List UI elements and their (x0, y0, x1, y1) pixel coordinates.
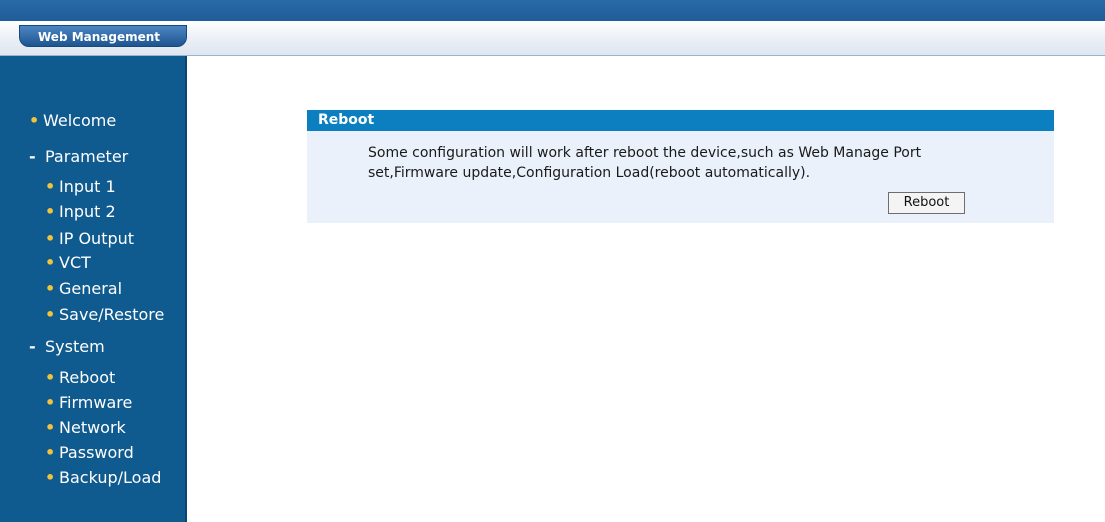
sidebar-item-label: Input 1 (59, 177, 116, 196)
sidebar-item-label: Network (59, 418, 126, 437)
sidebar-item-save-restore[interactable]: • Save/Restore (45, 305, 164, 325)
reboot-description: Some configuration will work after reboo… (368, 145, 922, 181)
reboot-button[interactable]: Reboot (888, 192, 965, 214)
sidebar-item-password[interactable]: • Password (45, 443, 134, 463)
sidebar-item-ip-output[interactable]: • IP Output (45, 229, 134, 249)
bullet-icon: • (45, 279, 56, 298)
sidebar-item-label: Backup/Load (59, 468, 162, 487)
bullet-icon: • (45, 202, 56, 221)
collapse-icon: - (29, 147, 36, 166)
sidebar-item-backup-load[interactable]: • Backup/Load (45, 468, 161, 488)
sidebar-item-label: IP Output (59, 229, 135, 248)
sidebar-item-label: Save/Restore (59, 305, 165, 324)
sidebar-item-welcome[interactable]: • Welcome (29, 111, 116, 131)
sidebar-group-parameter[interactable]: - Parameter (29, 147, 128, 167)
reboot-panel: Reboot Some configuration will work afte… (307, 110, 1054, 223)
sidebar: • Welcome - Parameter • Input 1 • Input 2 • I… (0, 56, 187, 522)
sidebar-item-input-1[interactable]: • Input 1 (45, 177, 116, 197)
sidebar-item-label: Password (59, 443, 134, 462)
bullet-icon: • (45, 443, 56, 462)
sidebar-group-label: Parameter (45, 147, 129, 166)
bullet-icon: • (45, 418, 56, 437)
bullet-icon: • (45, 368, 56, 387)
tab-web-management[interactable]: Web Management (19, 25, 187, 47)
sidebar-item-general[interactable]: • General (45, 279, 122, 299)
bullet-icon: • (45, 229, 56, 248)
sidebar-item-firmware[interactable]: • Firmware (45, 393, 132, 413)
sidebar-item-label: General (59, 279, 123, 298)
collapse-icon: - (29, 337, 36, 356)
sidebar-item-reboot[interactable]: • Reboot (45, 368, 115, 388)
sidebar-group-label: System (45, 337, 105, 356)
sidebar-item-input-2[interactable]: • Input 2 (45, 202, 116, 222)
bullet-icon: • (45, 305, 56, 324)
sidebar-item-label: Reboot (59, 368, 116, 387)
tab-strip: Web Management (0, 21, 1105, 56)
sidebar-item-label: VCT (59, 253, 91, 272)
sidebar-item-label: Firmware (59, 393, 133, 412)
top-banner (0, 0, 1105, 21)
sidebar-item-label: Input 2 (59, 202, 116, 221)
bullet-icon: • (45, 253, 56, 272)
sidebar-group-system[interactable]: - System (29, 337, 105, 357)
bullet-icon: • (45, 468, 56, 487)
sidebar-item-vct[interactable]: • VCT (45, 253, 91, 273)
panel-title: Reboot (307, 110, 1054, 131)
sidebar-item-network[interactable]: • Network (45, 418, 126, 438)
bullet-icon: • (45, 177, 56, 196)
sidebar-item-label: Welcome (43, 111, 117, 130)
bullet-icon: • (45, 393, 56, 412)
bullet-icon: • (29, 111, 40, 130)
